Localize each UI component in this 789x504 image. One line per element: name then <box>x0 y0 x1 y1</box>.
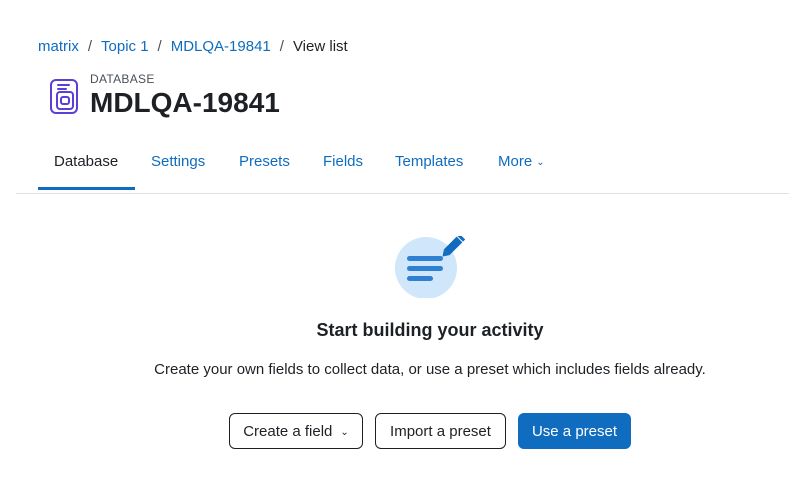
create-field-button[interactable]: Create a field ⌄ <box>229 413 363 449</box>
tab-label: Database <box>54 153 119 170</box>
tab-fields[interactable]: Fields <box>323 140 363 190</box>
breadcrumb-link-matrix[interactable]: matrix <box>38 38 79 55</box>
button-label: Create a field <box>243 423 333 440</box>
tab-label: Presets <box>239 153 290 170</box>
import-preset-button[interactable]: Import a preset <box>375 413 506 449</box>
chevron-down-icon: ⌄ <box>340 427 349 438</box>
empty-state-description: Create your own fields to collect data, … <box>154 361 706 378</box>
tab-label: Templates <box>395 153 464 170</box>
breadcrumb-link-activity[interactable]: MDLQA-19841 <box>171 38 271 55</box>
tab-settings[interactable]: Settings <box>151 140 205 190</box>
tab-presets[interactable]: Presets <box>239 140 290 190</box>
page-header: DATABASE MDLQA-19841 <box>48 72 280 120</box>
tab-label: Fields <box>323 153 364 170</box>
breadcrumb-separator: / <box>279 38 284 55</box>
empty-state-title: Start building your activity <box>316 320 544 340</box>
tab-more[interactable]: More ⌄ <box>498 140 545 190</box>
tab-label: More <box>498 153 533 170</box>
page-title: MDLQA-19841 <box>90 87 280 118</box>
secondary-navigation: Database Settings Presets Fields Templat… <box>16 140 789 194</box>
notes-pencil-icon <box>395 236 465 298</box>
chevron-down-icon: ⌄ <box>536 157 545 168</box>
module-type-label: DATABASE <box>90 72 155 86</box>
breadcrumb-link-topic[interactable]: Topic 1 <box>101 38 149 55</box>
use-preset-button[interactable]: Use a preset <box>518 413 631 449</box>
tab-label: Settings <box>151 153 206 170</box>
database-icon <box>50 79 78 114</box>
breadcrumb-separator: / <box>157 38 162 55</box>
breadcrumb: matrix / Topic 1 / MDLQA-19841 / View li… <box>38 38 348 55</box>
breadcrumb-current: View list <box>292 38 348 55</box>
breadcrumb-separator: / <box>87 38 93 55</box>
tab-database[interactable]: Database <box>38 140 135 190</box>
tab-templates[interactable]: Templates <box>395 140 463 190</box>
